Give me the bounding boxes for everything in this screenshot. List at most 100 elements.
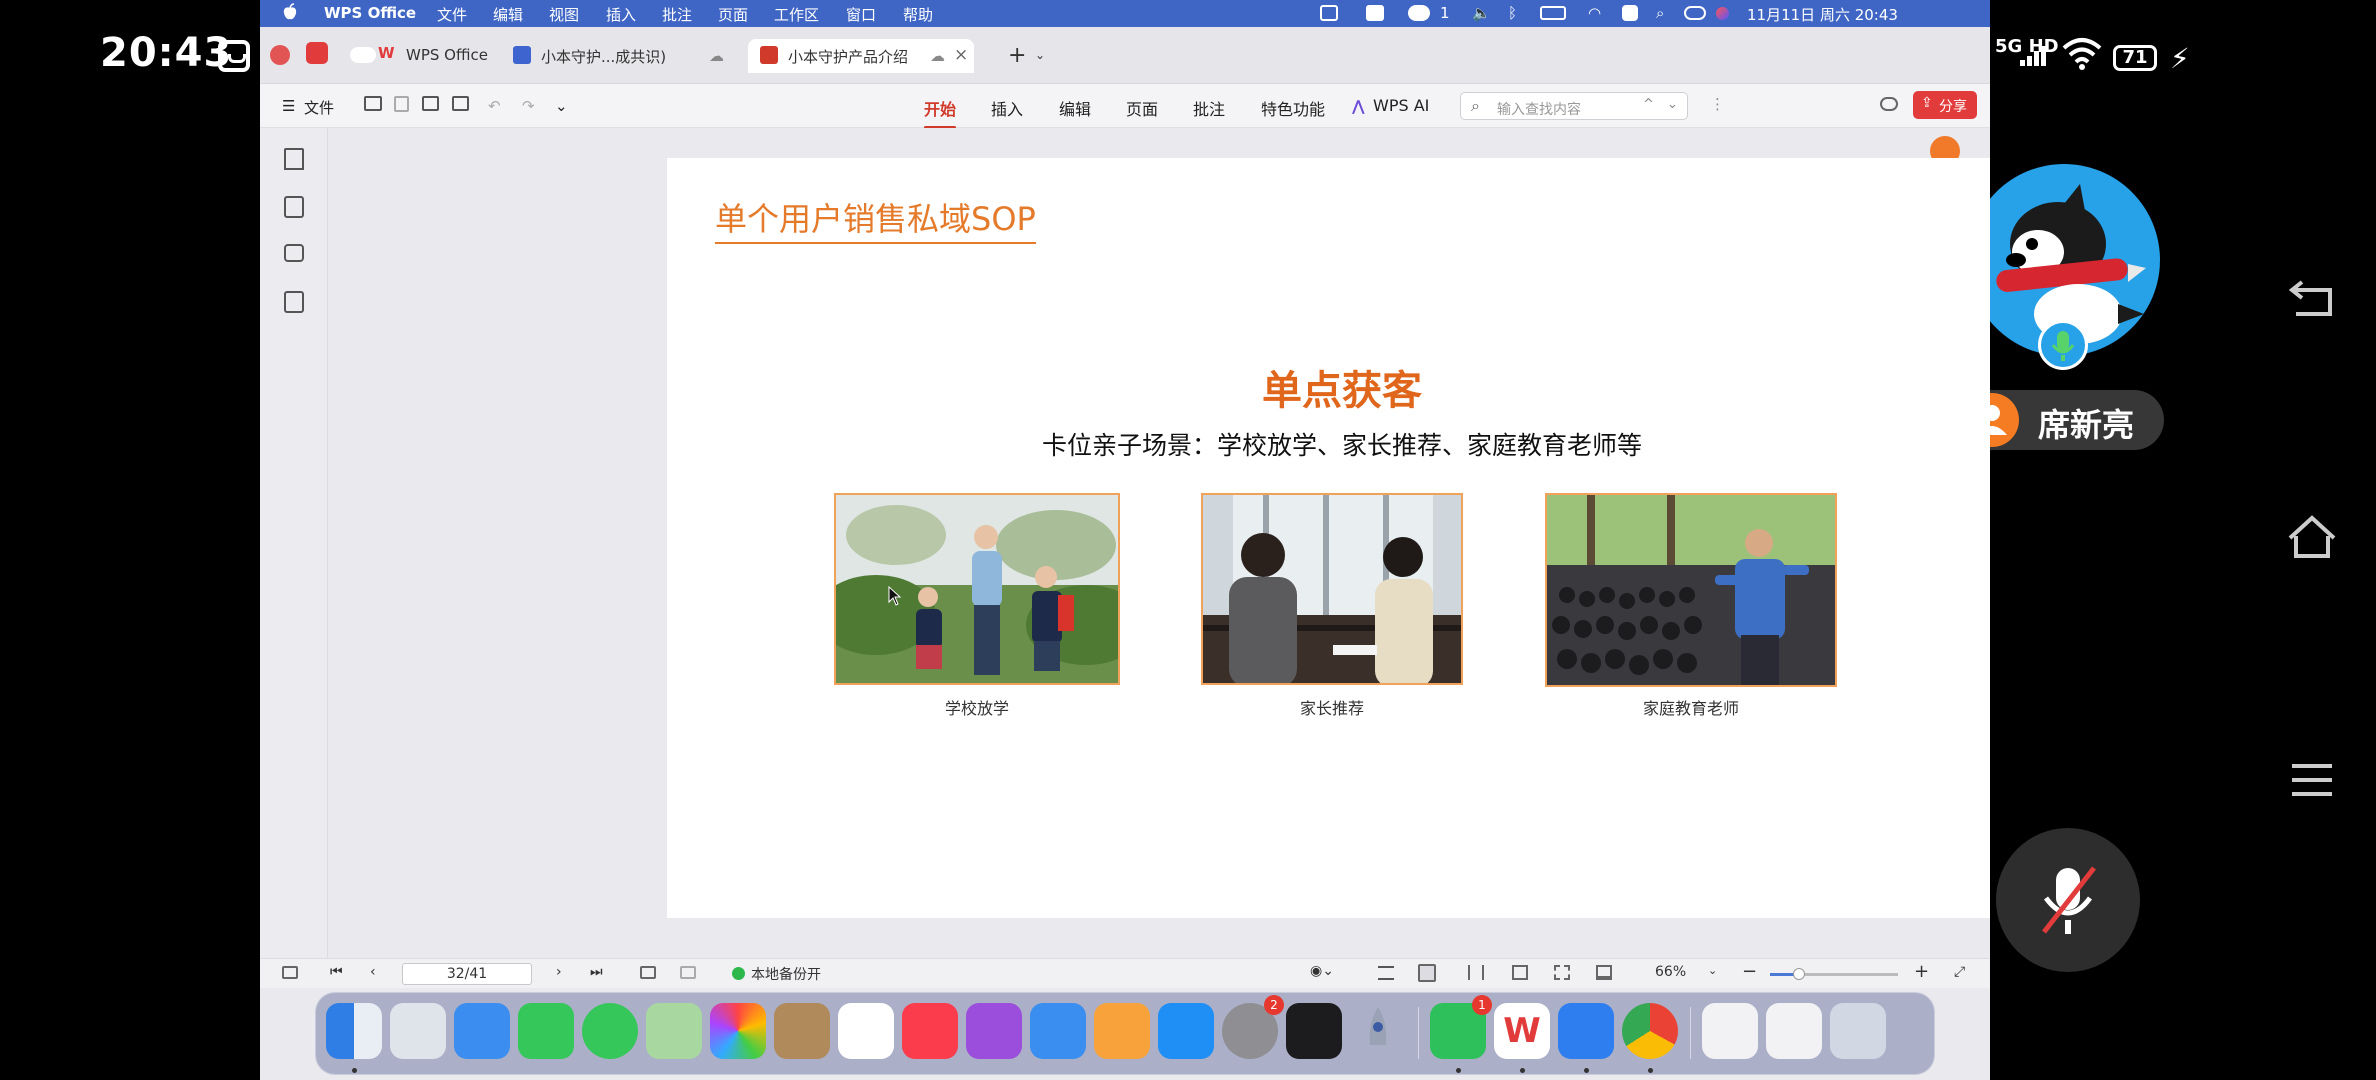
mail-icon[interactable] [454, 1003, 510, 1059]
redo-icon[interactable]: ↷ [522, 97, 535, 115]
search-input[interactable]: 输入查找内容 [1497, 99, 1581, 119]
photo-family-education-teacher[interactable] [1545, 493, 1837, 687]
eye-icon[interactable]: ◉⌄ [1310, 963, 1334, 979]
fit-slide-icon[interactable] [1554, 965, 1570, 980]
contacts-icon[interactable] [774, 1003, 830, 1059]
music-icon[interactable] [902, 1003, 958, 1059]
messages-icon[interactable] [582, 1003, 638, 1059]
siri-icon[interactable] [1716, 7, 1729, 20]
menu-icon[interactable] [2284, 756, 2340, 806]
normal-view-icon[interactable] [1418, 964, 1436, 982]
menu-app-name[interactable]: WPS Office [324, 4, 416, 22]
home-icon[interactable] [2284, 512, 2340, 562]
input-method-icon[interactable] [1320, 5, 1338, 21]
back-icon[interactable] [2284, 272, 2340, 322]
tab-edit[interactable]: 编辑 [1059, 96, 1091, 120]
zoom-out-icon[interactable]: − [1742, 961, 1757, 982]
shapes-panel-icon[interactable] [284, 291, 304, 313]
bluetooth-icon[interactable]: ᛒ [1508, 4, 1517, 22]
slides-thumbnail-icon[interactable] [284, 196, 304, 218]
slide-sorter-icon[interactable] [1468, 965, 1484, 980]
rocket-app-icon[interactable] [1350, 1003, 1406, 1059]
menu-view[interactable]: 视图 [549, 4, 579, 25]
delete-slide-icon[interactable] [680, 966, 696, 979]
photos-icon[interactable] [710, 1003, 766, 1059]
zoom-in-icon[interactable]: + [1914, 961, 1929, 982]
chrome-icon[interactable] [1622, 1003, 1678, 1059]
menu-help[interactable]: 帮助 [903, 4, 933, 25]
control-center-icon[interactable] [1684, 6, 1706, 20]
comment-icon[interactable] [284, 244, 304, 262]
photo-school-dismissal[interactable] [834, 493, 1120, 685]
first-page-icon[interactable]: ⏮ [330, 964, 343, 980]
tab-comment[interactable]: 批注 [1193, 96, 1225, 120]
new-tab-icon[interactable]: + [1008, 43, 1026, 68]
hamburger-icon[interactable]: ☰ [282, 97, 295, 115]
search-box[interactable]: ⌕ 输入查找内容 ^ ⌄ [1460, 92, 1688, 120]
app-tray-icon[interactable] [1622, 5, 1638, 21]
menu-insert[interactable]: 插入 [606, 4, 636, 25]
search-prev-icon[interactable]: ^ [1643, 97, 1654, 112]
close-tab-icon[interactable]: × [954, 45, 968, 65]
mute-microphone-button[interactable] [1996, 828, 2140, 972]
reading-view-icon[interactable] [1512, 965, 1528, 980]
bookmark-icon[interactable] [284, 148, 304, 170]
photo-parent-recommendation[interactable] [1201, 493, 1463, 685]
file-menu-button[interactable]: 文件 [304, 97, 334, 118]
print-preview-icon[interactable] [452, 96, 469, 111]
menu-file[interactable]: 文件 [437, 4, 467, 25]
insert-slide-icon[interactable] [640, 966, 656, 979]
search-options-chevron-icon[interactable]: ⌄ [1667, 97, 1678, 112]
backup-status-label[interactable]: 本地备份开 [751, 964, 821, 984]
reminders-icon[interactable] [838, 1003, 894, 1059]
facetime-icon[interactable] [518, 1003, 574, 1059]
terminal-icon[interactable] [1286, 1003, 1342, 1059]
menu-window[interactable]: 窗口 [846, 4, 876, 25]
wps-tray-icon[interactable] [1366, 5, 1384, 21]
podcasts-icon[interactable] [966, 1003, 1022, 1059]
downloads-stack-icon[interactable] [1766, 1003, 1822, 1059]
tab-document-2-active[interactable]: 小本守护产品介绍 ☁ × [748, 39, 974, 73]
app-store-icon[interactable] [1158, 1003, 1214, 1059]
apple-icon[interactable] [282, 3, 298, 25]
prev-page-icon[interactable]: ‹ [370, 964, 376, 980]
wifi-menu-icon[interactable]: ◠ [1588, 4, 1601, 22]
tab-wps-office[interactable]: W WPS Office [378, 39, 498, 73]
tab-page[interactable]: 页面 [1126, 96, 1158, 120]
fullscreen-icon[interactable]: ⤢ [1954, 964, 1965, 980]
zoom-slider[interactable] [1770, 968, 1898, 980]
launchpad-icon[interactable] [390, 1003, 446, 1059]
spotlight-icon[interactable]: ⌕ [1656, 4, 1664, 22]
keynote-icon[interactable] [1030, 1003, 1086, 1059]
wps-office-icon[interactable]: W [1494, 1003, 1550, 1059]
slide[interactable]: 单个用户销售私域SOP 单点获客 卡位亲子场景：学校放学、家长推荐、家庭教育老师… [667, 158, 1990, 918]
volume-icon[interactable]: 🔈 [1472, 4, 1491, 22]
sidebar-toggle-icon[interactable] [282, 966, 298, 979]
presenter-view-icon[interactable] [1596, 965, 1612, 980]
finder-icon[interactable] [326, 1003, 382, 1059]
trash-icon[interactable] [1830, 1003, 1886, 1059]
print-icon[interactable] [422, 96, 439, 111]
zoom-slider-knob[interactable] [1793, 968, 1806, 980]
next-page-icon[interactable]: › [556, 964, 562, 980]
menu-edit[interactable]: 编辑 [493, 4, 523, 25]
more-quick-chevron-icon[interactable]: ⌄ [555, 97, 568, 115]
cloud-status-icon[interactable] [1880, 97, 1898, 111]
tab-document-1[interactable]: 小本守护...成共识) ☁ [513, 39, 743, 73]
tab-home[interactable]: 开始 [924, 96, 957, 129]
zoom-options-chevron-icon[interactable]: ⌄ [1708, 964, 1717, 977]
menu-workspace[interactable]: 工作区 [774, 4, 819, 25]
lark-icon[interactable] [1558, 1003, 1614, 1059]
tab-list-chevron-icon[interactable]: ⌄ [1035, 48, 1045, 62]
recent-document-icon[interactable] [1702, 1003, 1758, 1059]
zoom-level[interactable]: 66% [1655, 964, 1686, 980]
wps-ai-button[interactable]: WPS AI [1373, 96, 1429, 115]
fit-width-icon[interactable] [1378, 966, 1394, 980]
undo-icon[interactable]: ↶ [488, 97, 501, 115]
more-options-icon[interactable]: ⋮ [1710, 95, 1725, 113]
page-number-field[interactable]: 32/41 [402, 963, 532, 985]
wechat-tray-icon[interactable] [1408, 5, 1430, 21]
battery-icon[interactable] [1540, 6, 1566, 20]
maps-icon[interactable] [646, 1003, 702, 1059]
tab-insert[interactable]: 插入 [991, 96, 1023, 120]
